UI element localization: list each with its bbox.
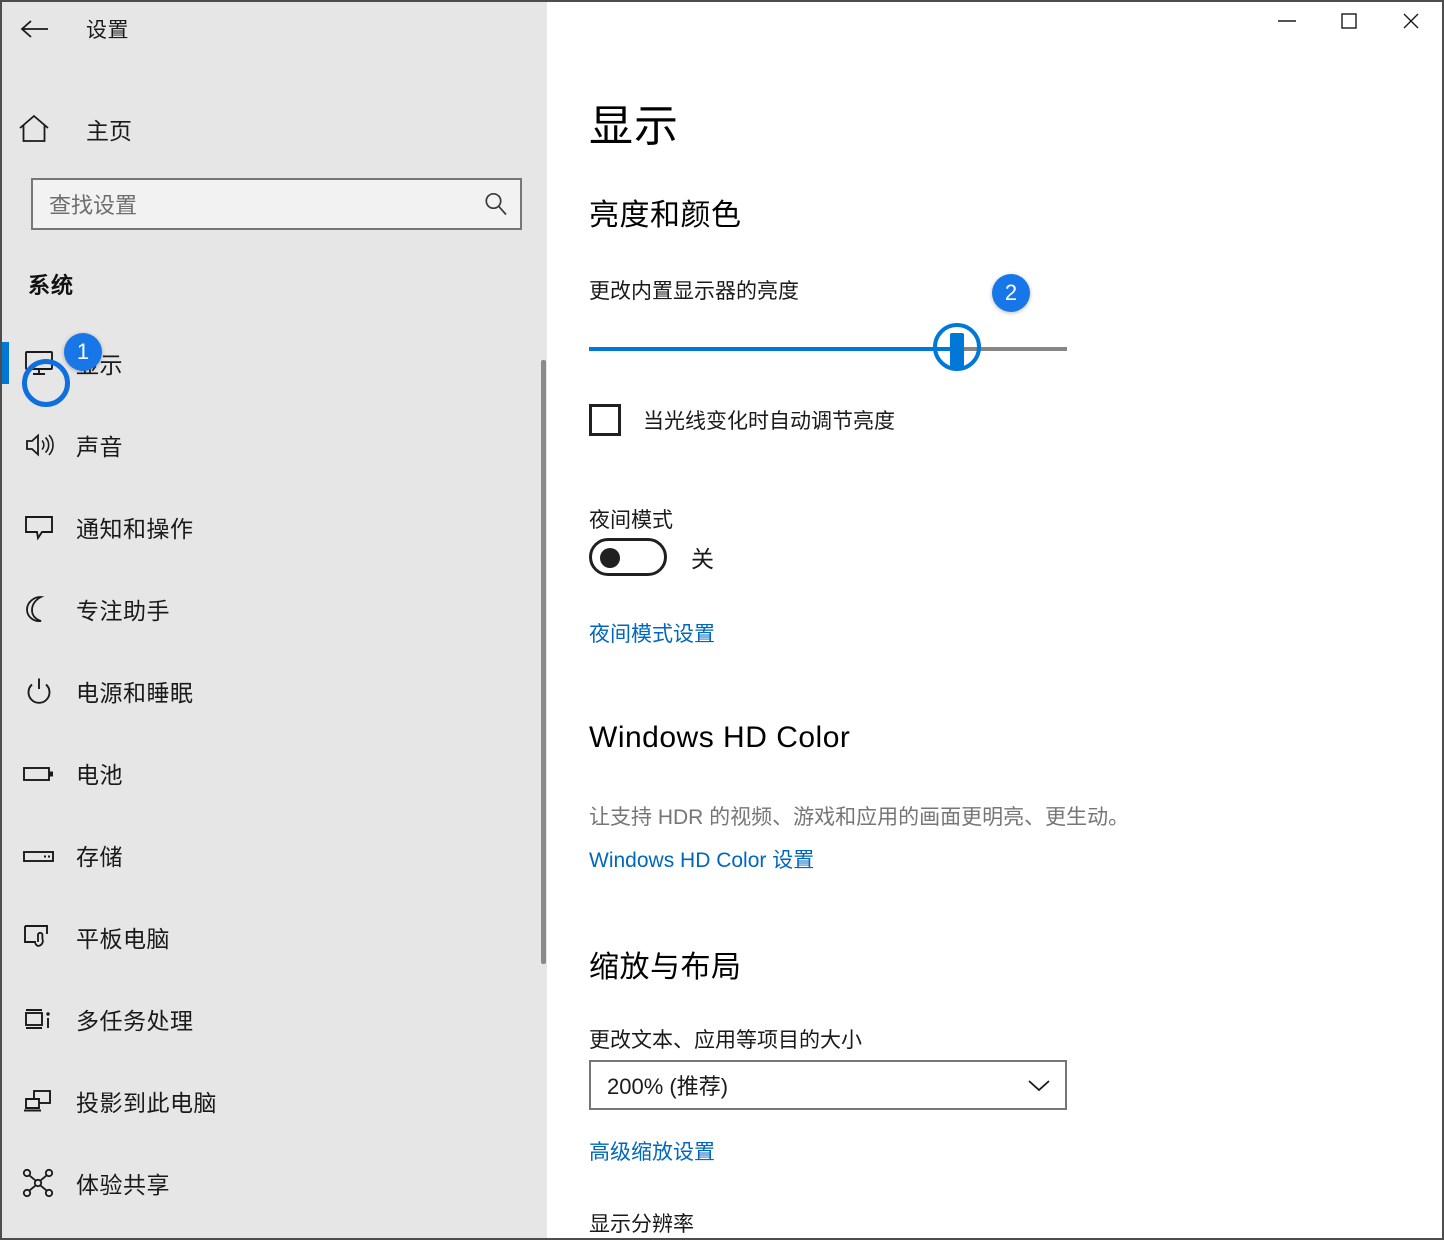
sidebar-item-display[interactable]: 显示 bbox=[2, 322, 547, 404]
tablet-touch-icon bbox=[2, 921, 76, 953]
scale-dropdown-value: 200% (推荐) bbox=[607, 1074, 729, 1099]
notification-bubble-icon bbox=[2, 512, 76, 542]
sidebar-item-multitasking[interactable]: 多任务处理 bbox=[2, 978, 547, 1060]
sidebar-item-label: 平板电脑 bbox=[76, 926, 170, 952]
scale-dropdown[interactable]: 200% (推荐) bbox=[589, 1060, 1067, 1110]
auto-brightness-label: 当光线变化时自动调节亮度 bbox=[643, 410, 895, 433]
maximize-button[interactable] bbox=[1318, 2, 1380, 44]
sidebar-group-title: 系统 bbox=[28, 273, 75, 298]
sidebar-item-battery[interactable]: 电池 bbox=[2, 732, 547, 814]
sidebar-item-label: 多任务处理 bbox=[76, 1008, 194, 1034]
auto-brightness-checkbox[interactable] bbox=[589, 404, 621, 436]
auto-brightness-checkbox-row[interactable]: 当光线变化时自动调节亮度 bbox=[589, 404, 895, 436]
night-light-state: 关 bbox=[691, 546, 714, 572]
resolution-label: 显示分辨率 bbox=[589, 1213, 694, 1236]
search-placeholder: 查找设置 bbox=[49, 193, 138, 218]
sidebar: 主页 查找设置 系统 显示 声音 通知和操作 专注助手 电源和睡眠 电池 存储 … bbox=[2, 56, 547, 1238]
home-label: 主页 bbox=[86, 118, 132, 144]
slider-thumb-bar bbox=[950, 333, 965, 369]
advanced-scaling-link[interactable]: 高级缩放设置 bbox=[589, 1136, 715, 1166]
speaker-icon bbox=[2, 430, 76, 460]
back-arrow-icon bbox=[19, 17, 49, 41]
search-icon[interactable] bbox=[472, 190, 520, 218]
maximize-icon bbox=[1339, 11, 1359, 36]
main-content: 显示 亮度和颜色 更改内置显示器的亮度 当光线变化时自动调节亮度 夜间模式 关 … bbox=[547, 56, 1442, 1238]
page-title: 显示 bbox=[589, 102, 679, 151]
power-icon bbox=[2, 676, 76, 706]
slider-fill bbox=[589, 347, 958, 351]
minimize-button[interactable] bbox=[1256, 2, 1318, 44]
sidebar-item-tablet[interactable]: 平板电脑 bbox=[2, 896, 547, 978]
projecting-screens-icon bbox=[2, 1086, 76, 1116]
close-button[interactable] bbox=[1380, 2, 1442, 44]
sidebar-item-notifications[interactable]: 通知和操作 bbox=[2, 486, 547, 568]
sidebar-item-label: 声音 bbox=[76, 434, 123, 460]
sidebar-item-projecting[interactable]: 投影到此电脑 bbox=[2, 1060, 547, 1142]
storage-drive-icon bbox=[2, 840, 76, 870]
window-controls bbox=[547, 2, 1442, 56]
sidebar-item-power-sleep[interactable]: 电源和睡眠 bbox=[2, 650, 547, 732]
scale-label: 更改文本、应用等项目的大小 bbox=[589, 1029, 862, 1052]
night-light-label: 夜间模式 bbox=[589, 509, 673, 532]
hd-color-description: 让支持 HDR 的视频、游戏和应用的画面更明亮、更生动。 bbox=[589, 806, 1130, 829]
window-title: 设置 bbox=[86, 19, 129, 42]
brightness-slider-label: 更改内置显示器的亮度 bbox=[589, 280, 799, 303]
sidebar-scrollbar[interactable] bbox=[541, 360, 546, 964]
scale-layout-heading: 缩放与布局 bbox=[589, 951, 742, 984]
toggle-knob bbox=[600, 548, 620, 568]
sidebar-item-label: 投影到此电脑 bbox=[76, 1090, 217, 1116]
brightness-slider[interactable] bbox=[589, 323, 1067, 375]
night-light-settings-link[interactable]: 夜间模式设置 bbox=[589, 618, 715, 648]
night-light-toggle[interactable] bbox=[589, 538, 667, 576]
sidebar-item-label: 电源和睡眠 bbox=[76, 680, 194, 706]
sidebar-nav-list: 显示 声音 通知和操作 专注助手 电源和睡眠 电池 存储 平板电脑 多任务处理 … bbox=[2, 322, 547, 1224]
sidebar-item-label: 显示 bbox=[76, 352, 123, 378]
sidebar-item-sound[interactable]: 声音 bbox=[2, 404, 547, 486]
sidebar-item-label: 专注助手 bbox=[76, 598, 170, 624]
night-light-toggle-row: 关 bbox=[589, 538, 714, 576]
hd-color-settings-link[interactable]: Windows HD Color 设置 bbox=[589, 844, 814, 874]
battery-icon bbox=[2, 758, 76, 788]
settings-window: 设置 主页 查找设置 系统 显示 声音 通知和操作 专注助手 电源和睡眠 电池 … bbox=[0, 0, 1444, 1240]
sidebar-item-storage[interactable]: 存储 bbox=[2, 814, 547, 896]
sidebar-item-shared-experiences[interactable]: 体验共享 bbox=[2, 1142, 547, 1224]
chevron-down-icon bbox=[1013, 1077, 1065, 1093]
title-bar: 设置 bbox=[2, 2, 1442, 56]
sidebar-item-label: 存储 bbox=[76, 844, 123, 870]
shared-experiences-icon bbox=[2, 1167, 76, 1199]
sidebar-item-home[interactable]: 主页 bbox=[2, 102, 522, 156]
hd-color-heading: Windows HD Color bbox=[589, 721, 851, 754]
multitasking-icon bbox=[2, 1004, 76, 1034]
minimize-icon bbox=[1276, 14, 1298, 32]
monitor-icon bbox=[2, 348, 76, 378]
moon-icon bbox=[2, 594, 76, 624]
back-button[interactable] bbox=[2, 2, 66, 56]
sidebar-item-focus-assist[interactable]: 专注助手 bbox=[2, 568, 547, 650]
brightness-slider-thumb[interactable] bbox=[933, 323, 982, 371]
search-input[interactable]: 查找设置 bbox=[31, 178, 522, 230]
title-bar-left: 设置 bbox=[2, 2, 547, 56]
brightness-section-heading: 亮度和颜色 bbox=[589, 199, 742, 232]
sidebar-item-label: 通知和操作 bbox=[76, 516, 194, 542]
sidebar-item-label: 电池 bbox=[76, 762, 123, 788]
close-icon bbox=[1400, 10, 1422, 37]
home-icon bbox=[2, 113, 66, 145]
sidebar-item-label: 体验共享 bbox=[76, 1172, 170, 1198]
